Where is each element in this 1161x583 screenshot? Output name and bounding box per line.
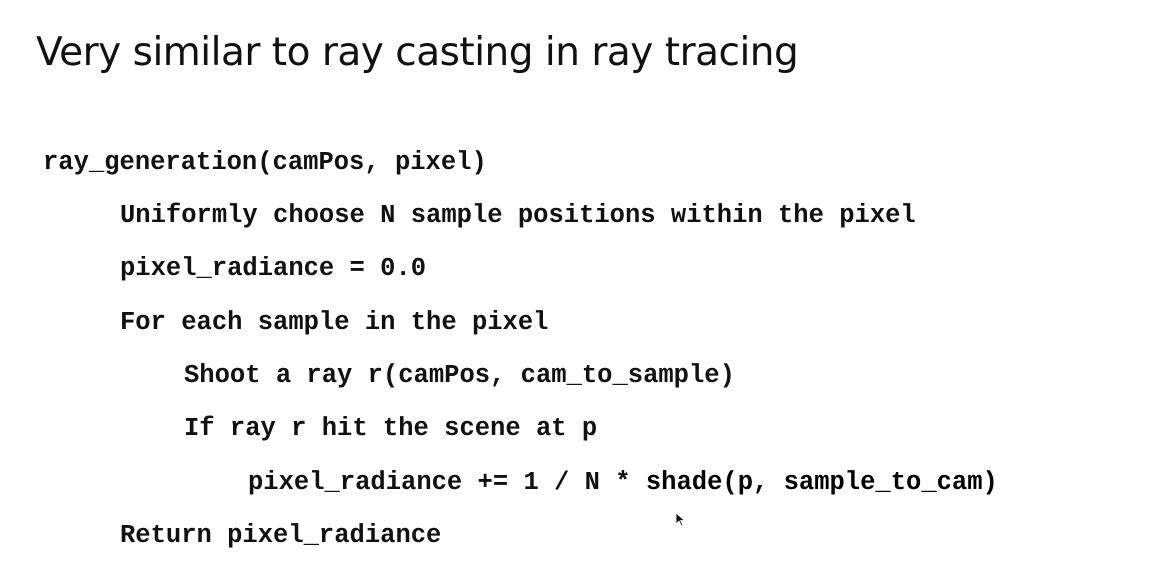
shade-call: shade(p, sample_to_cam) xyxy=(645,468,998,497)
code-line: pixel_radiance += 1 / N * shade(p, sampl… xyxy=(248,465,998,501)
mouse-cursor-icon xyxy=(675,512,686,527)
code-line: Uniformly choose N sample positions with… xyxy=(120,201,916,230)
code-line: pixel_radiance = 0.0 xyxy=(120,254,427,283)
code-line: For each sample in the pixel xyxy=(120,308,549,337)
slide-title: Very similar to ray casting in ray traci… xyxy=(36,30,799,75)
slide: Very similar to ray casting in ray traci… xyxy=(0,0,1161,583)
code-line: ray_generation(camPos, pixel) xyxy=(43,148,487,177)
code-line: Return pixel_radiance xyxy=(120,521,442,550)
code-line-text: pixel_radiance += 1 / N * xyxy=(248,468,646,497)
code-line: Shoot a ray r(camPos, cam_to_sample) xyxy=(184,361,735,390)
code-line: If ray r hit the scene at p xyxy=(184,414,598,443)
